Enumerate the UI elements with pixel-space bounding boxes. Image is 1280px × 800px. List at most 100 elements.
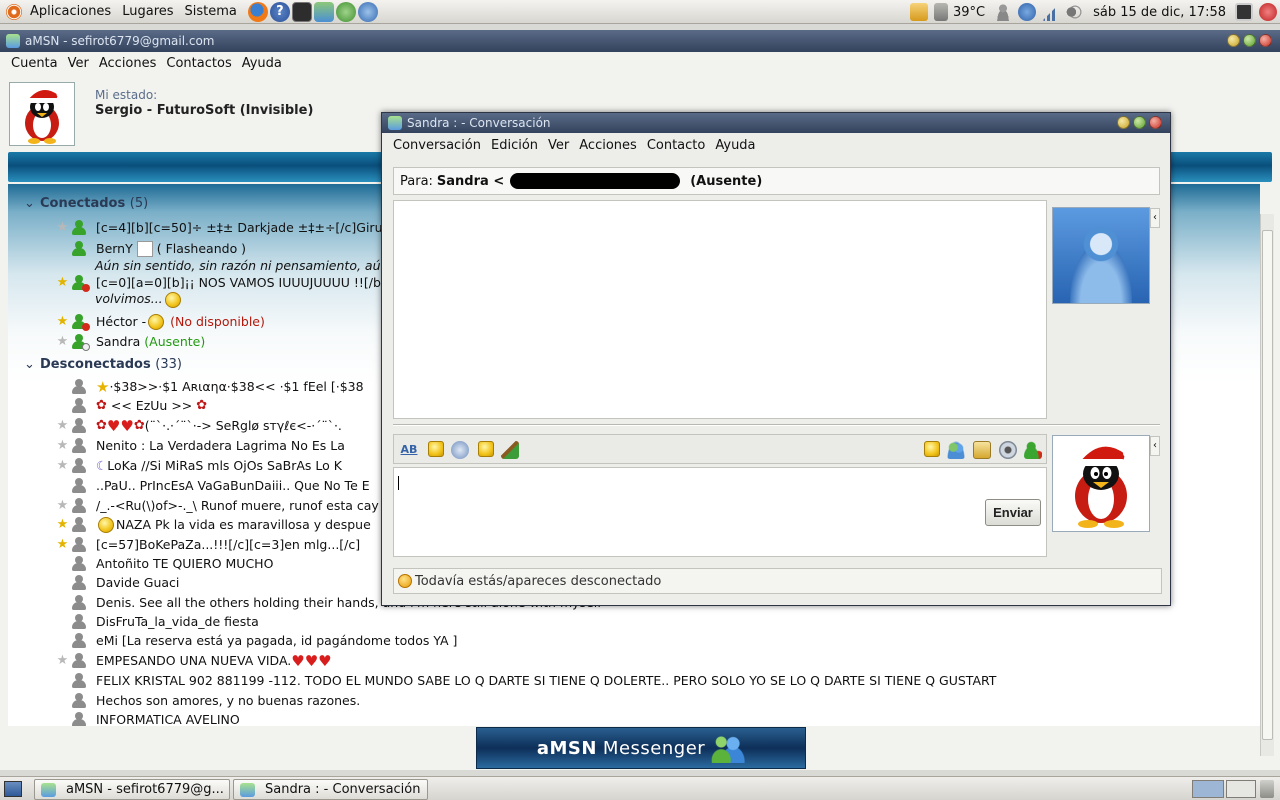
menu-sistema[interactable]: Sistema xyxy=(185,4,237,19)
scrollbar-thumb[interactable] xyxy=(1262,230,1273,740)
menu-ver[interactable]: Ver xyxy=(548,138,569,153)
star-icon[interactable]: ★ xyxy=(56,275,69,290)
pidgin-icon[interactable] xyxy=(335,1,356,22)
menu-acciones[interactable]: Acciones xyxy=(579,138,637,153)
conversation-titlebar[interactable]: Sandra : - Conversación xyxy=(382,113,1170,133)
star-icon[interactable]: ★ xyxy=(56,537,69,552)
collapse-contact-pic-button[interactable]: ‹ xyxy=(1150,208,1160,228)
font-icon[interactable]: AB xyxy=(400,441,418,459)
contact-item[interactable]: DisFruTa_la_vida_de fiesta xyxy=(72,612,259,631)
contact-item[interactable]: ★ NAZA Pk la vida es maravillosa y despu… xyxy=(56,515,371,534)
star-icon[interactable]: ★ xyxy=(56,220,69,235)
invite-icon[interactable] xyxy=(947,441,965,459)
wink-icon[interactable] xyxy=(478,441,494,457)
amsn-banner[interactable]: aMSN Messenger xyxy=(476,727,806,769)
sensor-icon[interactable] xyxy=(933,3,948,21)
my-display-picture[interactable] xyxy=(1052,435,1150,532)
star-icon[interactable]: ★ xyxy=(56,458,69,473)
main-titlebar[interactable]: aMSN - sefirot6779@gmail.com xyxy=(0,30,1280,52)
contact-item[interactable]: ★ ·$38>>·$1 Aʀιαηα·$38<< ·$1 fEel [·$38 xyxy=(72,377,364,396)
message-input[interactable] xyxy=(393,467,1047,557)
show-desktop-icon[interactable] xyxy=(4,781,22,797)
menu-aplicaciones[interactable]: Aplicaciones xyxy=(30,4,111,19)
maximize-button[interactable] xyxy=(1243,34,1256,47)
help-icon[interactable]: ? xyxy=(269,1,290,22)
block-contact-icon[interactable] xyxy=(1024,441,1042,459)
menu-contactos[interactable]: Contactos xyxy=(166,56,231,71)
contact-item[interactable]: eMi [La reserva está ya pagada, id pagán… xyxy=(72,631,457,650)
update-icon[interactable] xyxy=(1018,3,1037,21)
screen-icon[interactable] xyxy=(1235,3,1253,21)
my-avatar[interactable] xyxy=(9,82,75,146)
send-button[interactable]: Enviar xyxy=(985,499,1041,526)
star-icon[interactable]: ★ xyxy=(56,314,69,329)
send-file-icon[interactable] xyxy=(973,441,991,459)
maximize-button[interactable] xyxy=(1133,116,1146,129)
group-offline-header[interactable]: ⌄ Desconectados (33) xyxy=(24,357,182,372)
collapse-my-pic-button[interactable]: ‹ xyxy=(1150,436,1160,456)
contact-item[interactable]: ★ Sandra (Ausente) xyxy=(56,332,205,351)
star-icon[interactable]: ★ xyxy=(56,418,69,433)
workspace-1[interactable] xyxy=(1192,780,1224,798)
menu-contacto[interactable]: Contacto xyxy=(647,138,706,153)
star-icon[interactable]: ★ xyxy=(56,334,69,349)
menu-ayuda[interactable]: Ayuda xyxy=(242,56,282,71)
network-signal-icon[interactable] xyxy=(1042,3,1061,21)
my-state-value[interactable]: Sergio - FuturoSoft (Invisible) xyxy=(95,103,313,118)
contact-display-picture[interactable] xyxy=(1052,207,1150,304)
contact-item[interactable]: ★ [c=4][b][c=50]÷ ±‡± Darkjade ±‡±÷[/c]G… xyxy=(56,218,383,237)
close-button[interactable] xyxy=(1259,34,1272,47)
contact-item[interactable]: Davide Guaci xyxy=(72,573,179,592)
contact-item[interactable]: ★ Nenito : La Verdadera Lagrima No Es La xyxy=(56,436,345,455)
task-conversation[interactable]: Sandra : - Conversación xyxy=(233,779,428,800)
contact-item[interactable]: ★ ✿ ♥ ♥ ✿ (¨`·.·´¨`·-> SeRglø ѕтγℓє<-·´¨`·. xyxy=(56,416,342,435)
contact-item[interactable]: ★ Héctor - (No disponible) xyxy=(56,312,265,331)
contact-item[interactable]: INFORMATICA AVELINO xyxy=(72,710,240,726)
brush-icon[interactable] xyxy=(501,441,519,459)
webcam-icon[interactable] xyxy=(999,441,1017,459)
menu-ver[interactable]: Ver xyxy=(68,56,89,71)
menu-ayuda[interactable]: Ayuda xyxy=(715,138,755,153)
menu-lugares[interactable]: Lugares xyxy=(122,4,173,19)
contact-item[interactable]: BernY ( Flasheando ) xyxy=(72,239,246,258)
contact-item[interactable]: ★ ☾ LoKa //Si MiRaS mls OjOs SaBrAs Lo K xyxy=(56,456,342,475)
contact-item[interactable]: ★ [c=0][a=0][b]¡¡ NOS VAMOS IUUUJUUUU !!… xyxy=(56,273,386,292)
terminal-icon[interactable] xyxy=(291,1,312,22)
contact-item[interactable]: Hechos son amores, y no buenas razones. xyxy=(72,691,360,710)
star-icon[interactable]: ★ xyxy=(56,517,69,532)
menu-conversacion[interactable]: Conversación xyxy=(393,138,481,153)
contact-item[interactable]: ★ [c=57]BoKePaZa...!!![/c][c=3]en mlg...… xyxy=(56,535,360,554)
contact-item[interactable]: ★ EMPESANDO UNA NUEVA VIDA. ♥♥♥ xyxy=(56,651,332,670)
nudge-icon[interactable] xyxy=(924,441,940,457)
contact-item[interactable]: ..PaU.. PrIncEsA VaGaBunDaiii.. Que No T… xyxy=(72,476,370,495)
keyring-icon[interactable] xyxy=(909,3,928,21)
menu-cuenta[interactable]: Cuenta xyxy=(11,56,58,71)
menu-acciones[interactable]: Acciones xyxy=(99,56,157,71)
contact-item[interactable]: Antoñito TE QUIERO MUCHO xyxy=(72,554,273,573)
contact-item[interactable]: FELIX KRISTAL 902 881199 -112. TODO EL M… xyxy=(72,671,996,690)
task-amsn-main[interactable]: aMSN - sefirot6779@g... xyxy=(34,779,230,800)
voice-clip-icon[interactable] xyxy=(451,441,469,459)
menu-edicion[interactable]: Edición xyxy=(491,138,538,153)
user-switch-icon[interactable] xyxy=(994,3,1013,21)
contact-list-scrollbar[interactable] xyxy=(1260,214,1274,756)
ubuntu-logo-icon[interactable] xyxy=(6,3,22,20)
volume-icon[interactable] xyxy=(1066,3,1085,21)
trash-icon[interactable] xyxy=(1260,780,1274,798)
minimize-button[interactable] xyxy=(1117,116,1130,129)
amsn-launcher-icon[interactable] xyxy=(313,1,334,22)
contact-item[interactable]: ✿ << EzUu >> ✿ xyxy=(72,396,207,415)
star-icon[interactable]: ★ xyxy=(56,498,69,513)
group-online-header[interactable]: ⌄ Conectados (5) xyxy=(24,196,148,211)
thunderbird-icon[interactable] xyxy=(357,1,378,22)
firefox-icon[interactable] xyxy=(247,1,268,22)
close-button[interactable] xyxy=(1149,116,1162,129)
chat-history[interactable] xyxy=(393,200,1047,419)
shutdown-icon[interactable] xyxy=(1259,3,1277,21)
minimize-button[interactable] xyxy=(1227,34,1240,47)
workspace-2[interactable] xyxy=(1226,780,1256,798)
star-icon[interactable]: ★ xyxy=(56,653,69,668)
pane-divider[interactable] xyxy=(393,424,1160,426)
clock[interactable]: sáb 15 de dic, 17:58 xyxy=(1093,5,1226,20)
star-icon[interactable]: ★ xyxy=(56,438,69,453)
